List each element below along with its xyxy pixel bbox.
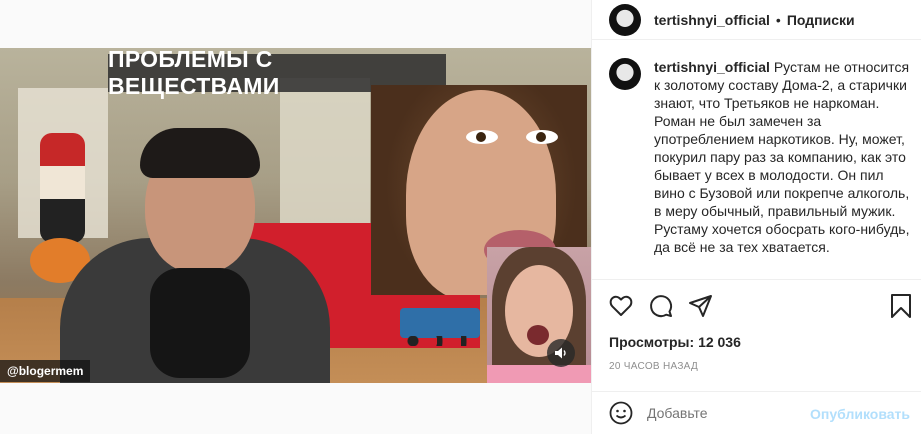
post-comment-button[interactable]: Опубликовать — [810, 406, 910, 422]
media-area: ПРОБЛЕМЫ С ВЕЩЕСТВАМИ @blogermem — [0, 0, 591, 434]
header-separator: • — [775, 11, 781, 28]
caption-text: Рустам не относится к золотому составу Д… — [654, 59, 910, 255]
girl-surprised-inset — [487, 247, 591, 383]
post-timestamp[interactable]: 20 ЧАСОВ НАЗАД — [609, 361, 698, 372]
header-username[interactable]: tertishnyi_official — [654, 12, 770, 28]
following-button[interactable]: Подписки — [787, 12, 855, 28]
speaker-icon — [555, 347, 566, 359]
caption-body: tertishnyi_official Рустам не относится … — [654, 58, 914, 256]
views-label: Просмотры: — [609, 334, 695, 350]
smiley-icon[interactable] — [609, 401, 633, 425]
instagram-post: ПРОБЛЕМЫ С ВЕЩЕСТВАМИ @blogermem tertish… — [0, 0, 921, 434]
woman-eye-right — [526, 130, 558, 144]
action-bar — [592, 279, 921, 334]
comment-input[interactable] — [647, 405, 797, 421]
post-side-panel: tertishnyi_official • Подписки tertishny… — [591, 0, 921, 434]
man-hair — [140, 128, 260, 178]
man-in-frame — [60, 118, 330, 383]
heart-icon[interactable] — [608, 293, 634, 319]
comment-bar: Опубликовать — [592, 391, 921, 434]
comment-icon[interactable] — [648, 293, 674, 319]
caption-username[interactable]: tertishnyi_official — [654, 59, 770, 75]
watermark-label: @blogermem — [0, 360, 91, 382]
woman-eye-left — [466, 130, 498, 144]
paper-plane-icon[interactable] — [688, 293, 714, 319]
caption-avatar[interactable] — [609, 58, 641, 90]
post-header: tertishnyi_official • Подписки — [592, 0, 921, 40]
bookmark-icon[interactable] — [888, 293, 914, 319]
views-number: 12 036 — [698, 334, 741, 350]
video-player[interactable]: ПРОБЛЕМЫ С ВЕЩЕСТВАМИ @blogermem — [0, 48, 591, 383]
man-scarf — [150, 268, 250, 378]
mute-button[interactable] — [547, 339, 575, 367]
views-count[interactable]: Просмотры: 12 036 — [609, 334, 741, 350]
girl-mouth — [527, 325, 549, 345]
toy-truck — [400, 308, 480, 346]
girl-top — [487, 365, 591, 383]
post-caption: tertishnyi_official Рустам не относится … — [609, 58, 917, 256]
avatar[interactable] — [609, 3, 641, 36]
